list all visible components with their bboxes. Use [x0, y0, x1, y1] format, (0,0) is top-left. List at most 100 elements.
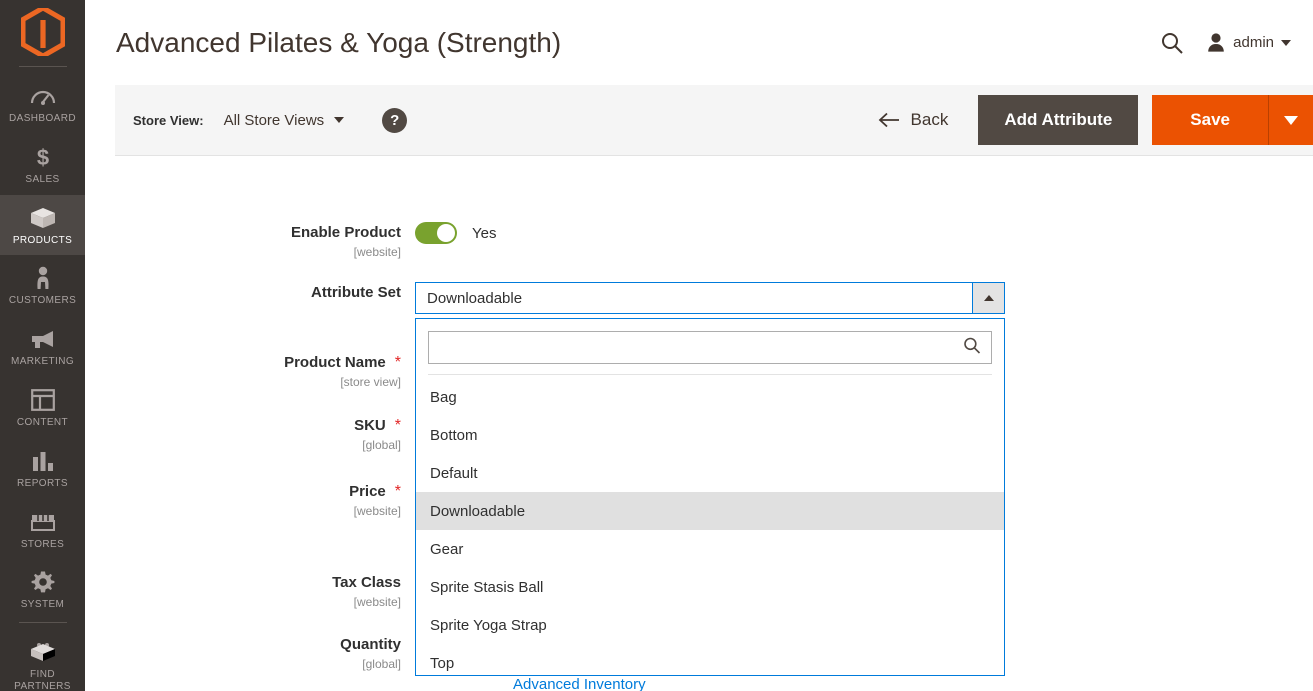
sku-scope: [global] [362, 438, 401, 452]
box-icon [27, 204, 59, 232]
sidebar-item-label: REPORTS [17, 477, 68, 489]
dropdown-search-field [428, 331, 992, 364]
page-header: Advanced Pilates & Yoga (Strength) admin [85, 0, 1313, 85]
attribute-set-combobox-control [415, 282, 1005, 314]
sidebar-item-label: STORES [20, 538, 65, 550]
header-actions: admin [1160, 0, 1291, 85]
enable-product-control: Yes [415, 222, 496, 244]
magento-logo[interactable] [0, 0, 85, 64]
save-button[interactable]: Save [1152, 95, 1268, 145]
dropdown-option[interactable]: Sprite Stasis Ball [416, 568, 1004, 606]
dashboard-icon [27, 82, 59, 110]
back-button[interactable]: Back [862, 110, 965, 130]
sidebar-item-stores[interactable]: STORES [0, 499, 85, 560]
attribute-set-label: Attribute Set [311, 284, 401, 301]
enable-product-toggle[interactable] [415, 222, 457, 244]
page-toolbar: Store View: All Store Views ? Back Add A… [115, 85, 1313, 156]
save-button-group: Save [1152, 95, 1313, 145]
bar-chart-icon [27, 447, 59, 475]
attribute-set-input[interactable] [416, 283, 972, 313]
caret-up-icon [983, 295, 994, 301]
sidebar-item-label: MARKETING [10, 356, 75, 368]
sidebar-item-label: CONTENT [16, 416, 69, 428]
sidebar-item-label: FIND PARTNERS & EXTENSIONS [14, 669, 71, 691]
dropdown-option-selected[interactable]: Downloadable [416, 492, 1004, 530]
attribute-set-label-block: Attribute Set [85, 282, 415, 302]
gear-icon [27, 568, 59, 596]
product-name-label-block: Product Name * [store view] [85, 352, 415, 389]
sidebar-item-label: PRODUCTS [12, 234, 73, 246]
enable-product-label: Enable Product [290, 224, 401, 241]
dropdown-option[interactable]: Default [416, 454, 1004, 492]
dropdown-search-row [416, 319, 1004, 374]
field-attribute-set: Attribute Set Downloadable Bag Bottom De… [85, 282, 1313, 676]
attribute-set-dropdown-panel: Bag Bottom Default Downloadable Gear Spr… [415, 318, 1005, 676]
page-title: Advanced Pilates & Yoga (Strength) [116, 26, 562, 58]
arrow-left-icon [878, 112, 899, 128]
layout-icon [27, 386, 59, 414]
enable-product-label-block: Enable Product [website] [85, 222, 415, 259]
person-icon [27, 264, 59, 292]
price-scope: [website] [353, 504, 401, 518]
toolbar-actions: Back Add Attribute Save [862, 85, 1313, 155]
store-view-selector[interactable]: All Store Views [224, 112, 345, 129]
tax-class-label: Tax Class [332, 574, 401, 591]
brick-icon [27, 638, 59, 666]
sidebar-item-reports[interactable]: REPORTS [0, 438, 85, 499]
quantity-label: Quantity [340, 636, 401, 653]
magento-logo-icon [20, 8, 65, 56]
sku-label: SKU [354, 417, 386, 434]
sidebar-item-dashboard[interactable]: DASHBOARD [0, 73, 85, 134]
add-attribute-button[interactable]: Add Attribute [978, 95, 1139, 145]
sidebar-item-label: SYSTEM [20, 599, 65, 611]
product-name-scope: [store view] [340, 375, 401, 389]
product-name-label: Product Name [284, 354, 386, 371]
attribute-set-combobox: Bag Bottom Default Downloadable Gear Spr… [415, 282, 1005, 676]
chevron-down-icon [334, 117, 345, 123]
svg-text:$: $ [36, 145, 48, 169]
sidebar-item-label: CUSTOMERS [8, 295, 77, 307]
price-label: Price [349, 483, 386, 500]
dropdown-option[interactable]: Top [416, 644, 1004, 675]
caret-down-icon [1284, 115, 1298, 125]
sidebar-item-find-partners-extensions[interactable]: FIND PARTNERS & EXTENSIONS [0, 629, 85, 691]
sidebar-item-label: DASHBOARD [9, 113, 76, 124]
sidebar-item-sales[interactable]: $ SALES [0, 134, 85, 195]
dropdown-search-input[interactable] [429, 332, 991, 363]
field-enable-product: Enable Product [website] Yes [85, 222, 1313, 259]
sidebar-item-marketing[interactable]: MARKETING [0, 316, 85, 377]
sidebar-divider-bottom [18, 622, 67, 624]
store-view-value: All Store Views [223, 111, 325, 129]
advanced-inventory-link[interactable]: Advanced Inventory [513, 676, 646, 691]
required-indicator: * [394, 417, 401, 434]
admin-user-menu[interactable]: admin [1206, 32, 1291, 54]
help-question-icon[interactable]: ? [382, 107, 408, 133]
dropdown-option[interactable]: Bottom [416, 416, 1004, 454]
dropdown-option[interactable]: Sprite Yoga Strap [416, 606, 1004, 644]
sidebar-item-products[interactable]: PRODUCTS [0, 194, 85, 256]
megaphone-icon [27, 325, 59, 353]
dropdown-option[interactable]: Gear [416, 530, 1004, 568]
search-icon[interactable] [1160, 31, 1184, 55]
tax-class-label-block: Tax Class [website] [85, 572, 415, 609]
dropdown-option[interactable]: Bag [416, 378, 1004, 416]
main-sidebar: DASHBOARD $ SALES PRODUCTS CUSTOMERS MAR… [0, 0, 85, 691]
sidebar-item-content[interactable]: CONTENT [0, 377, 85, 438]
sku-label-block: SKU * [global] [85, 415, 415, 452]
dollar-icon: $ [27, 143, 59, 171]
admin-user-name: admin [1233, 34, 1274, 51]
product-form: Enable Product [website] Yes Attribute S… [85, 156, 1313, 691]
enable-product-scope: [website] [353, 245, 401, 259]
sidebar-item-customers[interactable]: CUSTOMERS [0, 255, 85, 316]
sidebar-divider-top [18, 66, 67, 67]
attribute-set-toggle-button[interactable] [972, 283, 1004, 313]
attribute-set-option-list: Bag Bottom Default Downloadable Gear Spr… [416, 375, 1004, 675]
storefront-icon [27, 508, 59, 536]
store-view-label: Store View: [133, 112, 204, 128]
sidebar-item-label: SALES [25, 173, 60, 185]
tax-class-scope: [website] [353, 595, 401, 609]
price-label-block: Price * [website] [85, 481, 415, 518]
sidebar-item-system[interactable]: SYSTEM [0, 559, 85, 620]
user-avatar-icon [1208, 32, 1224, 52]
save-options-toggle-button[interactable] [1268, 95, 1313, 145]
